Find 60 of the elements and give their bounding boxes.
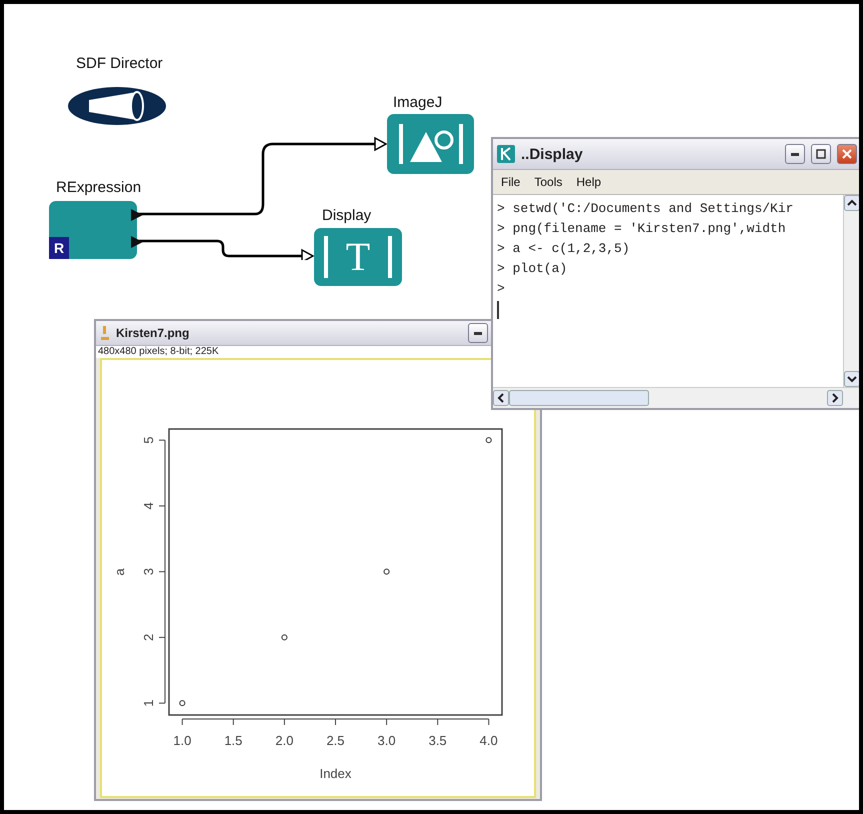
scroll-up-button[interactable]: [844, 195, 859, 211]
actor-node[interactable]: T: [314, 228, 402, 286]
console-line: > setwd('C:/Documents and Settings/Kir: [497, 201, 794, 218]
tick-label: 3.0: [378, 733, 396, 748]
window-title: ..Display: [521, 146, 583, 162]
tick-label: 2.5: [326, 733, 345, 748]
minimize-button[interactable]: [785, 144, 805, 164]
axis-title: a: [112, 568, 127, 576]
director-label: SDF Director: [76, 55, 163, 72]
text-cursor: [497, 301, 499, 319]
close-icon: [842, 149, 852, 159]
console-line: > png(filename = 'Kirsten7.png',width: [497, 221, 787, 238]
tick-label: 1: [141, 700, 156, 707]
microscope-icon: [100, 325, 110, 341]
data-point: [281, 634, 288, 640]
output-port-icon[interactable]: [131, 209, 143, 221]
actor-label: ImageJ: [393, 94, 442, 111]
menu-item[interactable]: Tools: [534, 175, 562, 189]
console-line: > a <- c(1,2,3,5): [497, 241, 631, 258]
app-logo-icon: [497, 145, 515, 163]
actor-label: RExpression: [56, 179, 142, 196]
tick-label: 3: [141, 568, 156, 576]
tick-label: 2: [141, 634, 156, 642]
console-line: >: [497, 281, 506, 298]
tick-label: 1.0: [173, 733, 192, 748]
scroll-down-button[interactable]: [844, 371, 859, 387]
vertical-scrollbar[interactable]: [843, 195, 859, 387]
window-title: Kirsten7.png: [116, 326, 190, 340]
tick-label: 3.5: [428, 733, 447, 748]
r-badge: R: [49, 237, 69, 259]
director-icon[interactable]: [67, 86, 167, 126]
data-point: [179, 700, 186, 706]
bar-icon: [324, 236, 328, 278]
maximize-icon: [816, 149, 826, 159]
minimize-button[interactable]: [468, 323, 488, 343]
tick-label: 2.0: [275, 733, 294, 748]
scroll-thumb[interactable]: [509, 390, 649, 406]
output-port-icon[interactable]: [131, 236, 143, 248]
console-line: > plot(a): [497, 261, 568, 278]
horizontal-scrollbar[interactable]: [493, 387, 859, 408]
tick-label: 4: [141, 502, 156, 510]
axis-title: Index: [320, 766, 352, 781]
minimize-icon: [474, 332, 482, 334]
actor-label: Display: [322, 207, 372, 224]
menu-item[interactable]: File: [501, 175, 520, 189]
menu-item[interactable]: Help: [576, 175, 602, 189]
data-point: [486, 437, 492, 444]
actor-node[interactable]: R: [49, 201, 137, 259]
text-display-icon: T: [346, 237, 370, 277]
minimize-icon: [791, 152, 799, 156]
maximize-button[interactable]: [811, 144, 831, 164]
tick-label: 1.5: [224, 733, 242, 748]
data-point: [384, 568, 390, 575]
tick-label: 5: [141, 436, 156, 444]
close-button[interactable]: [837, 144, 857, 164]
bar-icon: [388, 236, 392, 278]
scroll-left-button[interactable]: [493, 390, 509, 406]
tick-label: 4.0: [480, 733, 498, 748]
actor-node[interactable]: [387, 114, 474, 174]
scroll-right-button[interactable]: [827, 390, 843, 406]
